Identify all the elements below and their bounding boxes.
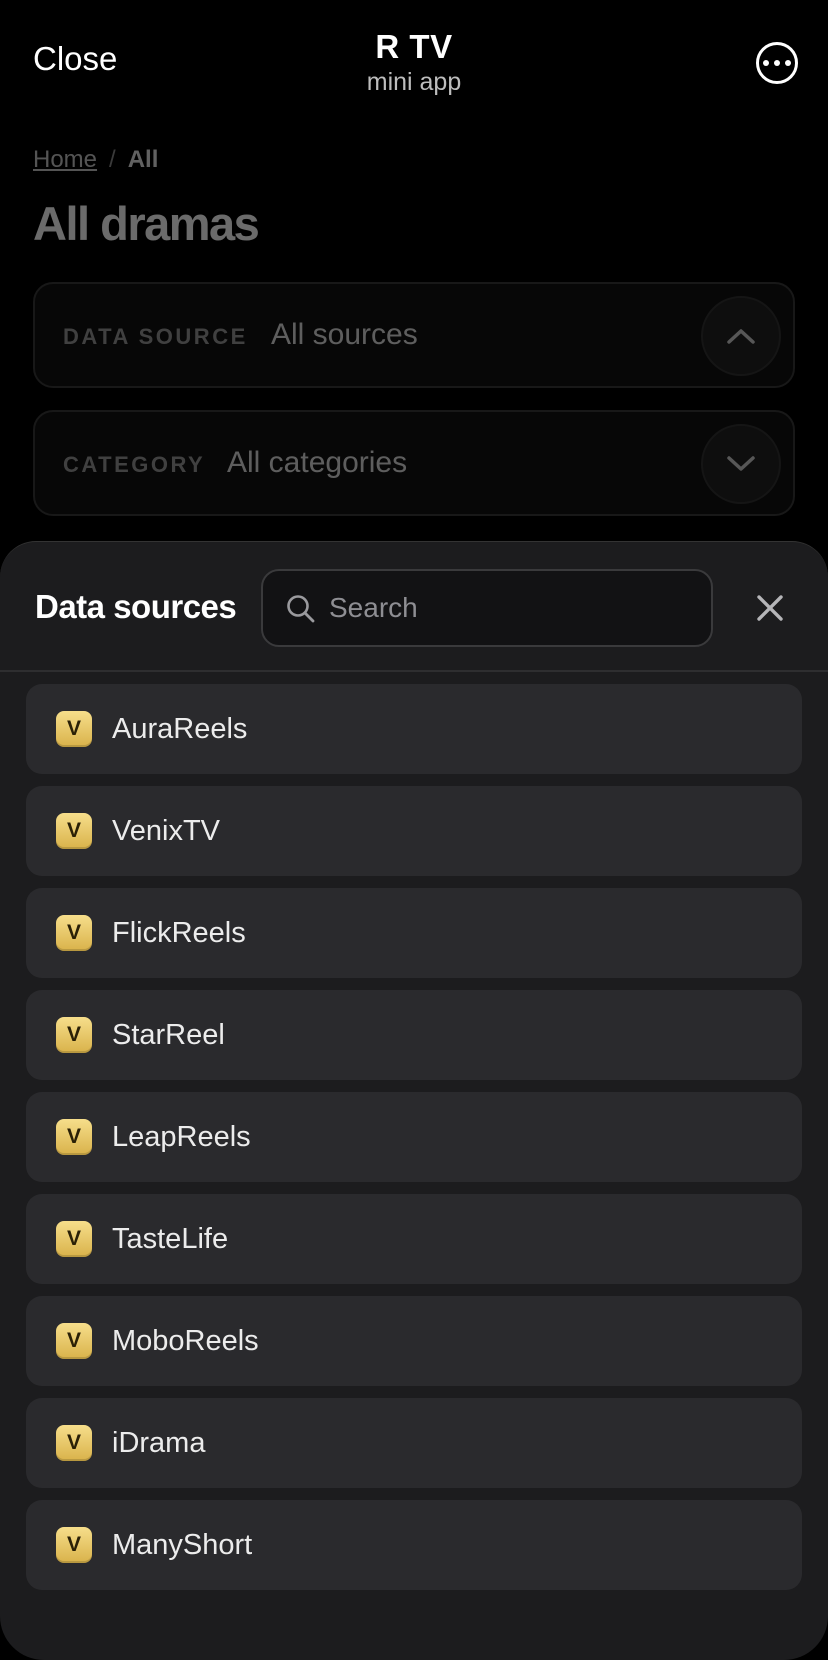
sheet-title: Data sources <box>35 588 237 625</box>
list-item-label: iDrama <box>112 1426 206 1459</box>
list-item[interactable]: V ManyShort <box>26 1500 802 1590</box>
list-item[interactable]: V FlickReels <box>26 888 802 978</box>
data-source-filter[interactable]: DATA SOURCE All sources <box>33 282 795 388</box>
source-badge-icon: V <box>56 1221 92 1257</box>
list-item-label: VenixTV <box>112 814 220 847</box>
list-item-label: FlickReels <box>112 916 246 949</box>
search-box[interactable] <box>261 569 713 647</box>
filter-value: All sources <box>271 318 418 351</box>
filter-value: All categories <box>227 446 408 479</box>
list-item[interactable]: V StarReel <box>26 990 802 1080</box>
list-item[interactable]: V iDrama <box>26 1398 802 1488</box>
filter-label: CATEGORY <box>63 452 206 477</box>
source-badge-icon: V <box>56 1425 92 1461</box>
source-badge-icon: V <box>56 813 92 849</box>
list-item[interactable]: V LeapReels <box>26 1092 802 1182</box>
list-item-label: TasteLife <box>112 1222 229 1255</box>
sheet-header: Data sources <box>0 542 828 672</box>
list-item-label: AuraReels <box>112 712 248 745</box>
breadcrumb-separator: / <box>109 146 116 173</box>
source-badge-icon: V <box>56 1527 92 1563</box>
list-item-label: MoboReels <box>112 1324 259 1357</box>
source-badge-icon: V <box>56 1323 92 1359</box>
breadcrumb-current: All <box>127 146 159 173</box>
close-icon[interactable] <box>748 586 792 630</box>
list-item[interactable]: V MoboReels <box>26 1296 802 1386</box>
search-icon <box>287 595 315 623</box>
ellipsis-circle-icon[interactable] <box>756 42 798 84</box>
list-item[interactable]: V TasteLife <box>26 1194 802 1284</box>
chevron-up-icon[interactable] <box>701 296 781 376</box>
list-item-label: LeapReels <box>112 1120 251 1153</box>
data-sources-sheet: Data sources V AuraReels V VenixTV V Fli… <box>0 541 828 1660</box>
list-item-label: ManyShort <box>112 1528 253 1561</box>
breadcrumb: Home / All <box>33 146 158 174</box>
list-item[interactable]: V AuraReels <box>26 684 802 774</box>
filter-label: DATA SOURCE <box>63 324 248 349</box>
search-input[interactable] <box>329 585 699 631</box>
app-title: R TV <box>375 28 453 65</box>
data-source-list: V AuraReels V VenixTV V FlickReels V Sta… <box>26 684 802 1602</box>
source-badge-icon: V <box>56 1017 92 1053</box>
category-filter[interactable]: CATEGORY All categories <box>33 410 795 516</box>
app-subtitle: mini app <box>366 68 462 96</box>
breadcrumb-home-link[interactable]: Home <box>33 146 97 174</box>
top-bar: Close R TV mini app <box>0 0 828 120</box>
source-badge-icon: V <box>56 1119 92 1155</box>
chevron-down-icon[interactable] <box>701 424 781 504</box>
list-item[interactable]: V VenixTV <box>26 786 802 876</box>
list-item-label: StarReel <box>112 1018 225 1051</box>
app-title-block: R TV mini app <box>0 28 828 97</box>
page-title: All dramas <box>33 197 260 250</box>
source-badge-icon: V <box>56 711 92 747</box>
source-badge-icon: V <box>56 915 92 951</box>
